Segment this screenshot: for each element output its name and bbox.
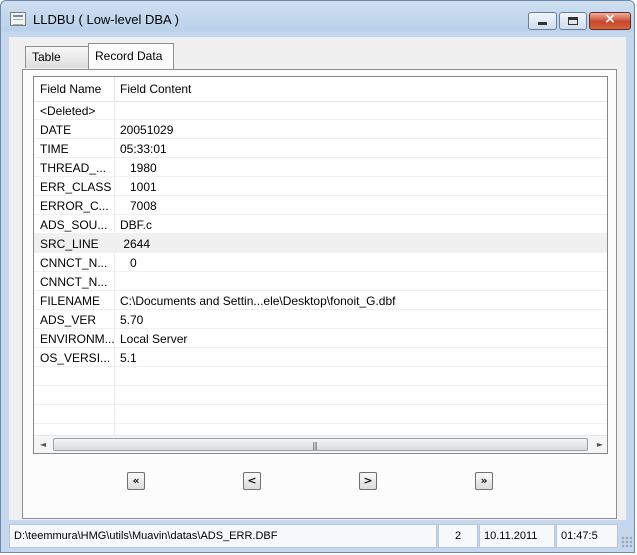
cell-divider (114, 158, 115, 177)
field-name-cell[interactable]: CNNCT_N... (40, 256, 114, 270)
grip-icon: ||| (312, 441, 318, 450)
last-record-button[interactable]: » (475, 472, 493, 490)
grid-rows: <Deleted> DATE 20051029 TIME 05:33:01 THREAD_… (34, 101, 607, 443)
field-name-cell[interactable]: ENVIRONM... (40, 332, 114, 346)
field-name-cell[interactable]: OS_VERSI... (40, 351, 114, 365)
column-divider[interactable] (114, 77, 115, 101)
cell-divider (114, 215, 115, 234)
scroll-right-icon[interactable]: ► (592, 438, 607, 452)
table-row[interactable]: SRC_LINE 2644 (34, 234, 607, 253)
maximize-button[interactable] (559, 12, 587, 30)
field-content-cell[interactable]: DBF.c (120, 218, 152, 232)
close-button[interactable]: × (589, 11, 631, 30)
field-content-cell[interactable]: 1980 (120, 161, 157, 175)
table-row[interactable]: ADS_SOU... DBF.c (34, 215, 607, 234)
tab-record-data[interactable]: Record Data (88, 43, 174, 69)
table-row[interactable] (34, 386, 607, 405)
table-row[interactable]: THREAD_... 1980 (34, 158, 607, 177)
cell-divider (114, 272, 115, 291)
table-row[interactable]: CNNCT_N... (34, 272, 607, 291)
table-row[interactable]: CNNCT_N... 0 (34, 253, 607, 272)
field-name-cell[interactable]: SRC_LINE (40, 237, 114, 251)
field-content-cell[interactable]: Local Server (120, 332, 187, 346)
table-row[interactable]: ERR_CLASS 1001 (34, 177, 607, 196)
table-row[interactable] (34, 405, 607, 424)
cell-divider (114, 253, 115, 272)
cell-divider (114, 367, 115, 386)
field-content-cell[interactable]: 7008 (120, 199, 157, 213)
field-content-cell[interactable]: 20051029 (120, 123, 173, 137)
app-icon[interactable] (10, 12, 26, 26)
grid-header: Field Name Field Content (34, 77, 607, 102)
field-name-cell[interactable]: DATE (40, 123, 114, 137)
field-name-cell[interactable]: ERROR_C... (40, 199, 114, 213)
cell-divider (114, 177, 115, 196)
field-name-cell[interactable]: ADS_VER (40, 313, 114, 327)
cell-divider (114, 386, 115, 405)
table-row[interactable] (34, 367, 607, 386)
field-content-cell[interactable]: 0 (120, 256, 137, 270)
cell-divider (114, 139, 115, 158)
field-content-cell[interactable]: 05:33:01 (120, 142, 167, 156)
maximize-icon (568, 17, 578, 25)
minimize-icon (538, 22, 547, 25)
table-row[interactable]: <Deleted> (34, 101, 607, 120)
table-row[interactable]: OS_VERSI... 5.1 (34, 348, 607, 367)
status-record-number: 2 (438, 524, 478, 548)
cell-divider (114, 120, 115, 139)
status-time: 01:47:5 (556, 524, 618, 548)
scroll-left-icon[interactable]: ◄ (35, 438, 51, 452)
resize-grip-icon[interactable] (621, 536, 633, 548)
minimize-button[interactable] (528, 12, 557, 30)
cell-divider (114, 329, 115, 348)
field-name-cell[interactable]: CNNCT_N... (40, 275, 114, 289)
field-name-cell[interactable]: FILENAME (40, 294, 114, 308)
main-window: LLDBU ( Low-level DBA ) × Table Info Rec… (0, 0, 635, 553)
field-name-cell[interactable]: <Deleted> (40, 104, 114, 118)
field-name-cell[interactable]: TIME (40, 142, 114, 156)
table-row[interactable]: FILENAME C:\Documents and Settin...ele\De… (34, 291, 607, 310)
client-area: Table Info Record Data Field Name Field … (9, 37, 626, 520)
cell-divider (114, 310, 115, 329)
cell-divider (114, 234, 115, 253)
field-content-cell[interactable]: 1001 (120, 180, 157, 194)
field-content-cell[interactable]: 5.70 (120, 313, 143, 327)
field-name-cell[interactable]: THREAD_... (40, 161, 114, 175)
tab-table-info[interactable]: Table Info (25, 46, 90, 84)
table-row[interactable]: DATE 20051029 (34, 120, 607, 139)
table-row[interactable]: ERROR_C... 7008 (34, 196, 607, 215)
field-name-cell[interactable]: ERR_CLASS (40, 180, 114, 194)
horizontal-scrollbar[interactable]: ◄ ||| ► (34, 435, 607, 453)
cell-divider (114, 348, 115, 367)
close-icon: × (604, 11, 616, 27)
status-date: 10.11.2011 (479, 524, 555, 548)
field-name-cell[interactable]: ADS_SOU... (40, 218, 114, 232)
scroll-thumb[interactable]: ||| (53, 438, 588, 451)
field-content-cell[interactable]: C:\Documents and Settin...ele\Desktop\fo… (120, 294, 395, 308)
table-row[interactable]: ENVIRONM... Local Server (34, 329, 607, 348)
window-title: LLDBU ( Low-level DBA ) (33, 12, 179, 27)
previous-record-button[interactable]: < (243, 472, 261, 490)
table-row[interactable]: TIME 05:33:01 (34, 139, 607, 158)
record-data-panel: Field Name Field Content <Deleted> DATE 20… (22, 69, 617, 519)
title-bar[interactable]: LLDBU ( Low-level DBA ) × (1, 1, 636, 31)
record-grid[interactable]: Field Name Field Content <Deleted> DATE 20… (33, 76, 608, 454)
status-bar: D:\teemmura\HMG\utils\Muavin\datas\ADS_E… (1, 522, 636, 552)
cell-divider (114, 101, 115, 120)
next-record-button[interactable]: > (359, 472, 377, 490)
column-header-field-content[interactable]: Field Content (120, 82, 191, 96)
table-row[interactable]: ADS_VER 5.70 (34, 310, 607, 329)
status-file-path: D:\teemmura\HMG\utils\Muavin\datas\ADS_E… (9, 524, 437, 548)
column-header-field-name[interactable]: Field Name (40, 82, 101, 96)
field-content-cell[interactable]: 5.1 (120, 351, 137, 365)
cell-divider (114, 196, 115, 215)
field-content-cell[interactable]: 2644 (120, 237, 150, 251)
first-record-button[interactable]: « (127, 472, 145, 490)
cell-divider (114, 291, 115, 310)
cell-divider (114, 405, 115, 424)
